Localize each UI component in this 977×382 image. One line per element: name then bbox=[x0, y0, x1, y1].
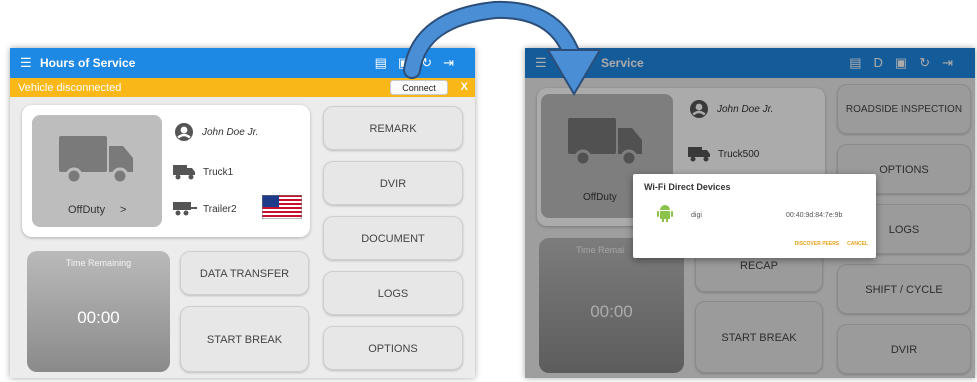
transition-arrow-icon bbox=[403, 0, 602, 96]
